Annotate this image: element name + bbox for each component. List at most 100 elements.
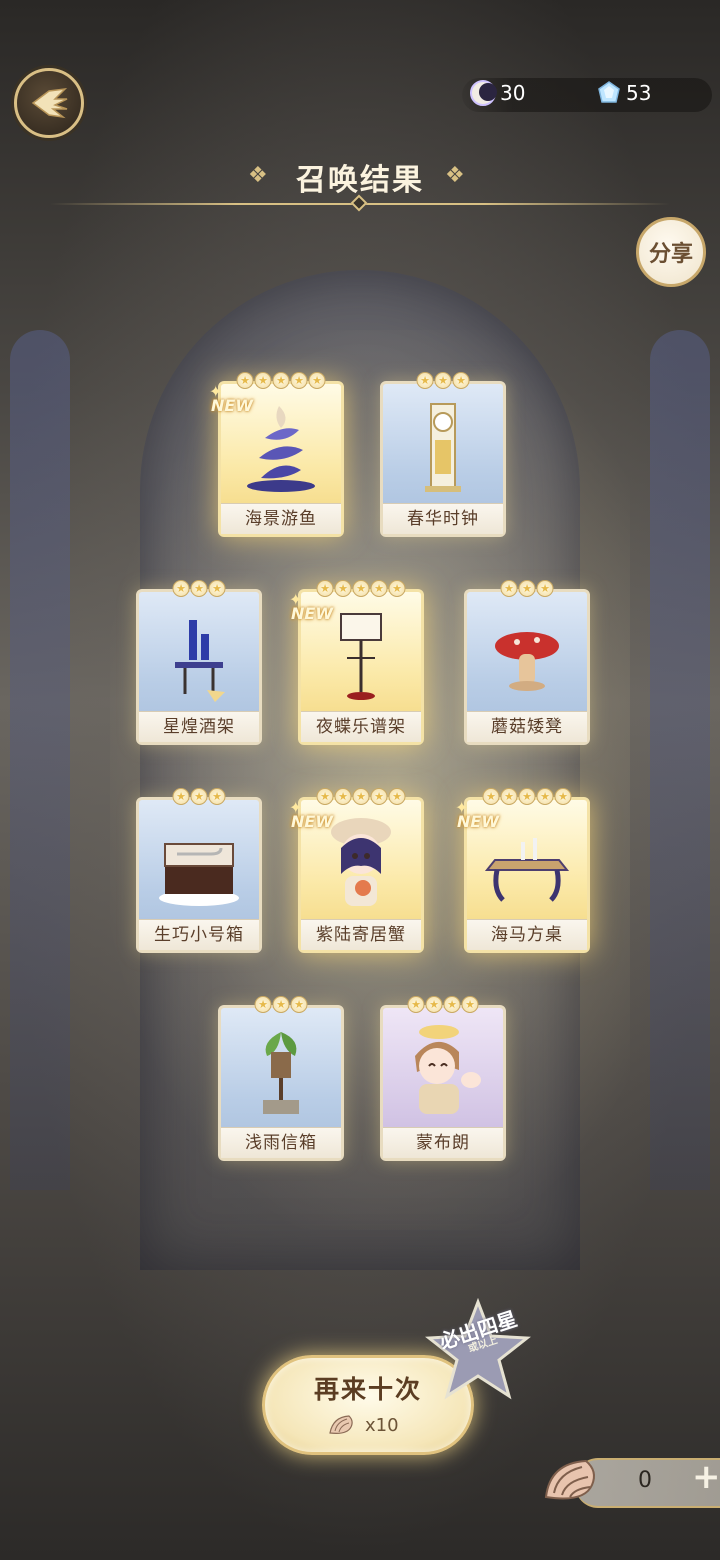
star-icon: ★: [190, 580, 208, 597]
item-name: 紫陆寄居蟹: [301, 919, 421, 950]
back-wing-icon: [31, 87, 68, 119]
rarity-stars: ★ ★ ★ ★ ★: [316, 788, 406, 805]
result-card[interactable]: ★ ★ ★ 春华时钟: [380, 372, 506, 537]
item-art: [389, 1018, 497, 1126]
star-icon: ★: [434, 372, 452, 389]
summon-again-cost: x10: [327, 1413, 399, 1437]
item-name: 蒙布朗: [383, 1127, 503, 1158]
shell-count: 0: [638, 1468, 652, 1493]
rarity-stars: ★ ★ ★ ★: [407, 996, 479, 1013]
stained-window-right: [650, 330, 710, 1190]
new-badge: NEW: [211, 396, 253, 415]
item-name: 蘑菇矮凳: [467, 711, 587, 742]
star-icon: ★: [500, 580, 518, 597]
star-icon: ★: [482, 788, 500, 805]
result-card[interactable]: ★ ★ ★ ★ ★ ✦ NEW 海马方桌: [455, 788, 590, 953]
star-icon: ★: [352, 580, 370, 597]
shell-icon: [544, 1459, 595, 1500]
star-icon: ★: [308, 372, 326, 389]
rarity-stars: ★ ★ ★: [254, 996, 308, 1013]
star-icon: ★: [254, 372, 272, 389]
result-card[interactable]: ★ ★ ★ 蘑菇矮凳: [464, 580, 590, 745]
rarity-stars: ★ ★ ★: [500, 580, 554, 597]
moon-icon: [470, 80, 497, 106]
page-title: 召唤结果: [296, 163, 424, 198]
item-name: 生巧小号箱: [139, 919, 259, 950]
item-name: 夜蝶乐谱架: [301, 711, 421, 742]
rarity-stars: ★ ★ ★: [172, 580, 226, 597]
star-icon: ★: [461, 996, 479, 1013]
new-badge: NEW: [457, 812, 499, 831]
item-name: 浅雨信箱: [221, 1127, 341, 1158]
star-icon: ★: [407, 996, 425, 1013]
star-icon: ★: [316, 580, 334, 597]
summon-glow: [110, 330, 630, 1230]
star-icon: ★: [254, 996, 272, 1013]
item-name: 星煌酒架: [139, 711, 259, 742]
rarity-stars: ★ ★ ★ ★ ★: [316, 580, 406, 597]
star-icon: ★: [290, 996, 308, 1013]
star-icon: ★: [518, 580, 536, 597]
star-icon: ★: [443, 996, 461, 1013]
new-badge: NEW: [291, 812, 333, 831]
star-icon: ★: [554, 788, 572, 805]
star-icon: ★: [370, 580, 388, 597]
result-card[interactable]: ★ ★ ★ 浅雨信箱: [218, 996, 344, 1161]
rarity-stars: ★ ★ ★: [416, 372, 470, 389]
star-icon: ★: [172, 580, 190, 597]
result-card[interactable]: ★ ★ ★ ★ ★ ✦ NEW 海景游鱼: [209, 372, 344, 537]
result-card[interactable]: ★ ★ ★ ★ 蒙布朗: [380, 996, 506, 1161]
crystal-icon: [596, 80, 622, 106]
star-icon: ★: [388, 788, 406, 805]
star-icon: ★: [172, 788, 190, 805]
star-icon: ★: [536, 788, 554, 805]
star-icon: ★: [500, 788, 518, 805]
item-name: 春华时钟: [383, 503, 503, 534]
star-icon: ★: [370, 788, 388, 805]
item-name: 海马方桌: [467, 919, 587, 950]
rarity-stars: ★ ★ ★: [172, 788, 226, 805]
moon-currency-value: 30: [500, 81, 526, 105]
star-icon: ★: [425, 996, 443, 1013]
star-icon: ★: [334, 580, 352, 597]
star-icon: ★: [352, 788, 370, 805]
summon-again-cost-value: x10: [365, 1414, 399, 1436]
star-icon: ★: [208, 788, 226, 805]
rarity-stars: ★ ★ ★ ★ ★: [236, 372, 326, 389]
back-button[interactable]: [14, 68, 84, 138]
star-icon: ★: [272, 372, 290, 389]
item-art: [227, 1018, 335, 1126]
item-art: [473, 602, 581, 710]
star-icon: ★: [208, 580, 226, 597]
star-icon: ★: [272, 996, 290, 1013]
star-icon: ★: [334, 788, 352, 805]
star-icon: ★: [416, 372, 434, 389]
stained-window-left: [10, 330, 70, 1190]
add-shell-button[interactable]: +: [692, 1460, 720, 1494]
item-name: 海景游鱼: [221, 503, 341, 534]
share-button-label: 分享: [648, 242, 693, 267]
item-art: [145, 810, 253, 918]
star-icon: ★: [536, 580, 554, 597]
star-icon: ★: [316, 788, 334, 805]
star-icon: ★: [388, 580, 406, 597]
item-art: [389, 394, 497, 502]
rarity-stars: ★ ★ ★ ★ ★: [482, 788, 572, 805]
shell-icon: [329, 1415, 353, 1434]
result-card[interactable]: ★ ★ ★ ★ ★ ✦ NEW 紫陆寄居蟹: [289, 788, 424, 953]
share-button[interactable]: 分享: [636, 217, 706, 287]
crystal-currency: 53: [596, 80, 651, 106]
star-icon: ★: [190, 788, 208, 805]
new-badge: NEW: [291, 604, 333, 623]
result-card[interactable]: ★ ★ ★ 星煌酒架: [136, 580, 262, 745]
result-card[interactable]: ★ ★ ★ ★ ★ ✦ NEW 夜蝶乐谱架: [289, 580, 424, 745]
title-ornament-right-icon: ❖: [445, 163, 465, 188]
star-icon: ★: [290, 372, 308, 389]
item-art: [145, 602, 253, 710]
star-icon: ★: [236, 372, 254, 389]
result-card[interactable]: ★ ★ ★ 生巧小号箱: [136, 788, 262, 953]
star-icon: ★: [452, 372, 470, 389]
moon-currency: 30: [470, 80, 525, 106]
star-icon: ★: [518, 788, 536, 805]
crystal-currency-value: 53: [626, 81, 652, 105]
